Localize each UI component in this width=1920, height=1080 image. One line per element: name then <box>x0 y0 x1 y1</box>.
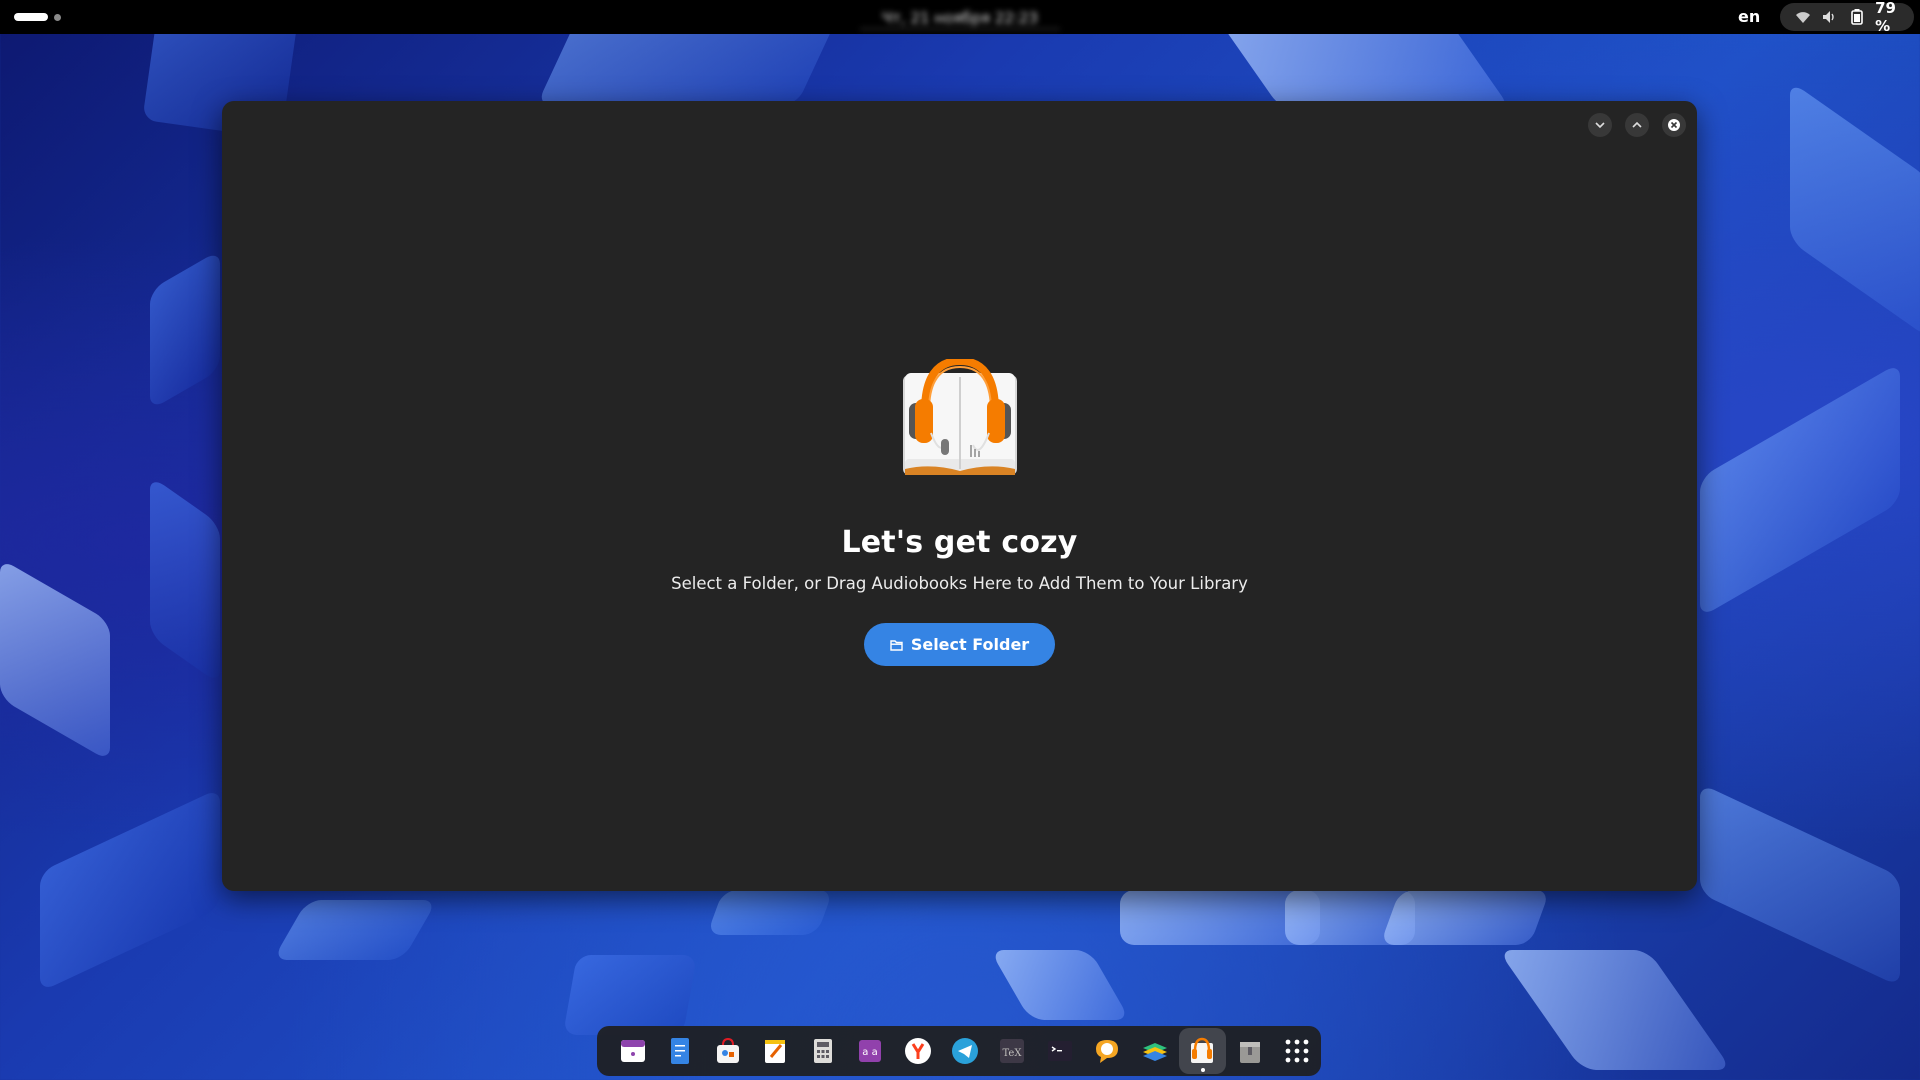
battery-icon <box>1848 8 1865 26</box>
app-grid-icon <box>1285 1039 1309 1063</box>
dock-layers[interactable] <box>1131 1028 1178 1074</box>
svg-text:a a: a a <box>862 1047 877 1058</box>
battery-percentage: 79 % <box>1875 0 1896 35</box>
wallpaper-tile <box>0 558 110 762</box>
text-editor-icon <box>671 1038 690 1064</box>
wallpaper-tile <box>1379 890 1551 945</box>
select-folder-button[interactable]: Select Folder <box>864 623 1055 666</box>
dock-calendar[interactable] <box>609 1028 656 1074</box>
select-folder-label: Select Folder <box>910 635 1030 654</box>
dock-notes[interactable] <box>751 1028 798 1074</box>
calculator-icon <box>813 1039 832 1063</box>
notes-icon <box>765 1040 786 1063</box>
dock-yandex-browser[interactable] <box>894 1028 941 1074</box>
dock-characters[interactable]: a a <box>846 1028 893 1074</box>
dock-telegram[interactable] <box>941 1028 988 1074</box>
dock-terminal[interactable] <box>1036 1028 1083 1074</box>
chat-icon <box>1096 1040 1119 1063</box>
software-icon <box>716 1037 739 1063</box>
svg-text:TeX: TeX <box>1003 1048 1023 1059</box>
wallpaper-tile <box>1790 80 1920 340</box>
cozy-icon <box>1191 1037 1214 1063</box>
dock-calculator[interactable] <box>799 1028 846 1074</box>
yandex-browser-icon <box>904 1038 931 1064</box>
terminal-icon <box>1047 1041 1072 1061</box>
wallpaper-tile <box>1700 362 1900 618</box>
dock-software[interactable] <box>704 1028 751 1074</box>
chevron-up-icon <box>1632 121 1642 128</box>
dock-chat[interactable] <box>1084 1028 1131 1074</box>
folder-icon <box>890 639 903 651</box>
dock-cozy[interactable] <box>1178 1028 1227 1074</box>
close-button[interactable] <box>1662 113 1686 137</box>
welcome-title: Let's get cozy <box>841 525 1078 560</box>
cozy-window: Let's get cozy Select a Folder, or Drag … <box>222 101 1697 891</box>
wallpaper-tile <box>562 955 698 1035</box>
wallpaper-tile <box>150 475 220 685</box>
workspace-active-indicator <box>14 13 48 21</box>
characters-icon: a a <box>859 1040 882 1062</box>
running-indicator <box>1200 1068 1205 1072</box>
dock-tex[interactable]: TeX <box>989 1028 1036 1074</box>
dock: a a TeX <box>597 1026 1321 1076</box>
wallpaper-tile <box>40 788 220 992</box>
archive-icon <box>1239 1042 1260 1063</box>
welcome-description: Select a Folder, or Drag Audiobooks Here… <box>671 574 1248 593</box>
minimize-button[interactable] <box>1588 113 1612 137</box>
wallpaper-tile <box>706 890 834 935</box>
chevron-down-icon <box>1595 122 1605 129</box>
top-bar: Чт, 21 ноября 22:23 en 79 % <box>0 0 1920 35</box>
wallpaper-tile <box>1497 950 1733 1070</box>
close-icon <box>1668 119 1680 131</box>
dock-app-grid[interactable] <box>1274 1028 1321 1074</box>
telegram-icon <box>952 1038 979 1064</box>
tex-icon: TeX <box>1000 1039 1025 1063</box>
dock-text-editor[interactable] <box>656 1028 703 1074</box>
dock-archive[interactable] <box>1226 1028 1273 1074</box>
calendar-icon <box>620 1040 645 1062</box>
layers-icon <box>1142 1043 1167 1061</box>
welcome-status-page: Let's get cozy Select a Folder, or Drag … <box>222 359 1697 666</box>
wallpaper-tile <box>272 900 438 960</box>
keyboard-layout-indicator[interactable]: en <box>1738 5 1760 29</box>
cozy-app-logo <box>902 359 1017 475</box>
maximize-button[interactable] <box>1625 113 1649 137</box>
system-menu[interactable]: 79 % <box>1780 0 1914 35</box>
volume-icon <box>1821 8 1838 26</box>
clock[interactable]: Чт, 21 ноября 22:23 <box>860 6 1060 30</box>
wallpaper-tile <box>150 249 220 411</box>
wifi-icon <box>1794 8 1811 26</box>
workspace-indicator <box>54 13 61 21</box>
wallpaper-tile <box>1700 783 1900 987</box>
wallpaper-tile <box>989 950 1131 1020</box>
activities-indicator[interactable] <box>14 13 61 21</box>
